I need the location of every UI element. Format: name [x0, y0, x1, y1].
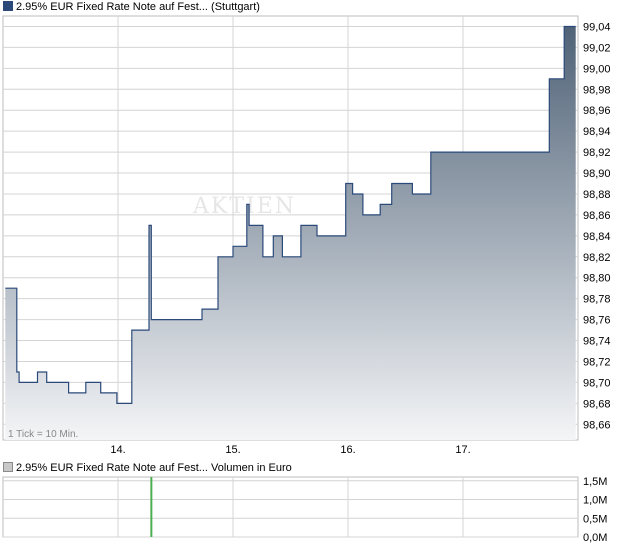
price-y-tick-label: 98,84 — [583, 231, 611, 243]
volume-plot-area — [2, 476, 579, 538]
price-y-tick-label: 98,76 — [583, 315, 611, 327]
price-y-tick-label: 98,92 — [583, 147, 611, 159]
tick-interval-note: 1 Tick = 10 Min. — [8, 429, 78, 440]
watermark-text: AKTIEN — [192, 194, 296, 219]
price-y-tick-label: 98,70 — [583, 377, 611, 389]
price-y-tick-label: 99,04 — [583, 21, 611, 33]
price-y-tick-label: 98,72 — [583, 356, 611, 368]
volume-y-tick-label: 1,5M — [583, 476, 607, 488]
volume-y-tick-label: 1,0M — [583, 495, 607, 507]
price-y-tick-label: 98,82 — [583, 252, 611, 264]
price-y-tick-label: 98,80 — [583, 273, 611, 285]
price-x-tick-label: 16. — [340, 444, 355, 456]
price-y-tick-label: 98,86 — [583, 210, 611, 222]
price-y-tick-label: 98,74 — [583, 336, 611, 348]
price-x-tick-label: 15. — [225, 444, 240, 456]
price-y-tick-label: 98,94 — [583, 126, 611, 138]
price-x-tick-label: 17. — [455, 444, 470, 456]
volume-y-tick-label: 0,5M — [583, 513, 607, 525]
price-y-tick-label: 98,90 — [583, 168, 611, 180]
price-y-tick-label: 98,88 — [583, 189, 611, 201]
price-y-tick-label: 98,98 — [583, 84, 611, 96]
price-volume-chart: 99,04 99,02 99,00 98,98 98,96 98,94 98,92 98,90… — [2, 15, 611, 544]
price-x-tick-label: 14. — [110, 444, 125, 456]
price-y-tick-label: 99,00 — [583, 63, 611, 75]
volume-bar — [150, 477, 153, 537]
price-y-tick-label: 98,78 — [583, 294, 611, 306]
price-y-tick-label: 98,66 — [583, 419, 611, 431]
price-y-tick-label: 98,68 — [583, 398, 611, 410]
price-y-tick-label: 99,02 — [583, 42, 611, 54]
price-y-tick-label: 98,96 — [583, 105, 611, 117]
volume-y-tick-label: 0,0M — [583, 532, 607, 544]
